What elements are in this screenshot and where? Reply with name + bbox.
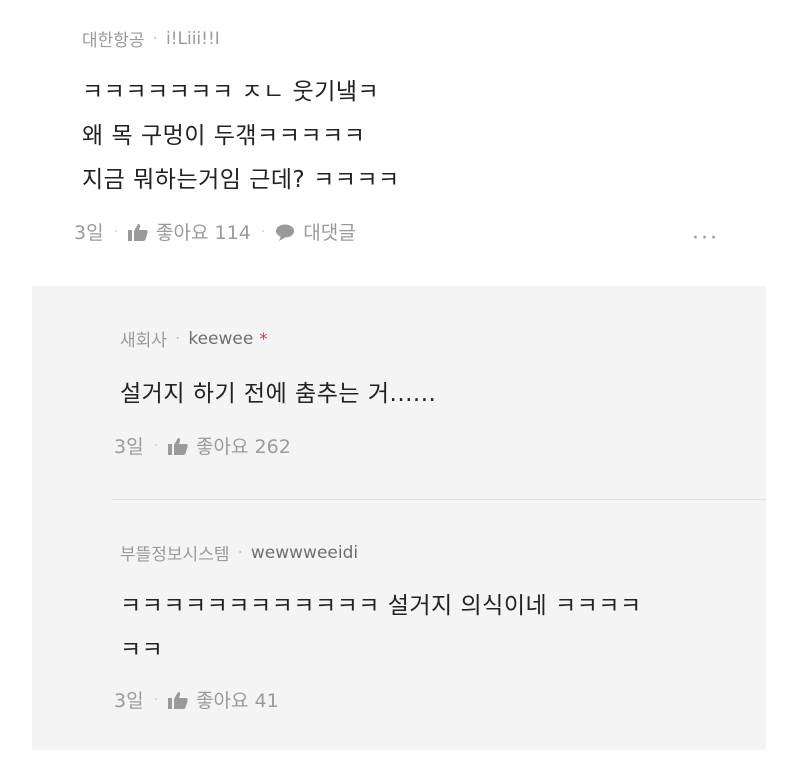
separator-dot: · [113,223,119,240]
like-button[interactable]: 좋아요 41 [168,686,279,713]
reply-meta: 새회사 · keewee * [120,326,268,352]
thumbs-up-icon [168,437,188,455]
reply-meta: 부뜰정보시스템 · wewwweeidi [120,540,358,566]
author-badge: * [259,329,268,348]
thumbs-up-icon [128,223,148,241]
comment-body-line: 지금 뭐하는거임 근데? ㅋㅋㅋㅋ [82,167,400,193]
reply-time: 3일 [114,436,144,458]
comment-thread: 대한항공 · i!Liii!!I ㅋㅋㅋㅋㅋㅋㅋ ㅈㄴ 웃기냌ㅋ 왜 목 구멍이… [0,0,800,768]
reply-button[interactable]: 대댓글 [275,218,356,245]
separator-dot: · [153,691,159,708]
reply-nickname[interactable]: 새회사 [120,326,167,351]
comment-user-id[interactable]: i!Liii!!I [166,29,220,49]
reply-time: 3일 [114,690,144,712]
like-button[interactable]: 좋아요 114 [128,218,251,245]
like-count: 좋아요 41 [196,690,279,712]
like-count: 좋아요 114 [156,222,251,244]
separator-dot: · [152,28,158,49]
comment-nickname[interactable]: 대한항공 [82,26,145,51]
separator-dot: · [260,223,266,240]
reply-nickname[interactable]: 부뜰정보시스템 [120,540,229,565]
thumbs-up-icon [168,691,188,709]
reply-user-id[interactable]: keewee [188,329,253,349]
comment-time: 3일 [74,222,104,244]
reply-body-line: ㅋㅋㅋㅋㅋㅋㅋㅋㅋㅋㅋㅋ 설거지 의식이네 ㅋㅋㅋㅋ [120,593,642,619]
like-button[interactable]: 좋아요 262 [168,432,291,459]
separator-dot: · [237,542,243,563]
reply-body-line: ㅋㅋ [120,637,164,663]
like-count: 좋아요 262 [196,436,291,458]
reply-body-line: 설거지 하기 전에 춤추는 거...... [120,381,437,407]
reply-actions: 3일 · 좋아요 41 [114,686,279,713]
separator-dot: · [153,437,159,454]
comment-actions: 3일 · 좋아요 114 · 대댓글 [74,218,356,245]
reply-divider [112,499,766,500]
comment-body-line: 왜 목 구멍이 두갞ㅋㅋㅋㅋㅋ [82,123,366,149]
reply-list: 새회사 · keewee * 설거지 하기 전에 춤추는 거...... 3일 … [32,286,766,750]
speech-bubble-icon [275,223,295,241]
reply-label: 대댓글 [303,222,356,244]
reply-actions: 3일 · 좋아요 262 [114,432,291,459]
comment-meta: 대한항공 · i!Liii!!I [82,26,220,52]
reply-user-id[interactable]: wewwweeidi [251,543,358,563]
separator-dot: · [174,328,181,349]
more-options-icon[interactable]: ··· [692,226,719,251]
comment-body-line: ㅋㅋㅋㅋㅋㅋㅋ ㅈㄴ 웃기냌ㅋ [82,79,380,105]
